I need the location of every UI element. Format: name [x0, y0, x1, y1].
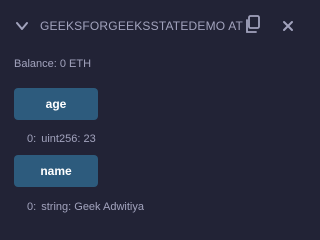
name-result: 0: string: Geek Adwitiya	[27, 201, 144, 213]
contract-header[interactable]: GEEKSFORGEEKSSTATEDEMO AT	[0, 8, 300, 44]
copy-icon[interactable]	[244, 14, 262, 36]
age-result-index: 0:	[27, 133, 37, 145]
deployed-contract-panel: GEEKSFORGEEKSSTATEDEMO AT Balance: 0 ETH…	[0, 0, 300, 225]
close-icon[interactable]	[282, 20, 294, 32]
age-result: 0: uint256: 23	[27, 133, 96, 145]
age-result-value: uint256: 23	[41, 133, 96, 145]
name-result-value: string: Geek Adwitiya	[41, 201, 144, 213]
balance-text: Balance: 0 ETH	[14, 58, 92, 70]
name-button[interactable]: name	[14, 155, 98, 187]
chevron-down-icon[interactable]	[16, 21, 28, 31]
contract-title: GEEKSFORGEEKSSTATEDEMO AT	[40, 19, 244, 33]
age-button[interactable]: age	[14, 88, 98, 120]
name-result-index: 0:	[27, 201, 37, 213]
